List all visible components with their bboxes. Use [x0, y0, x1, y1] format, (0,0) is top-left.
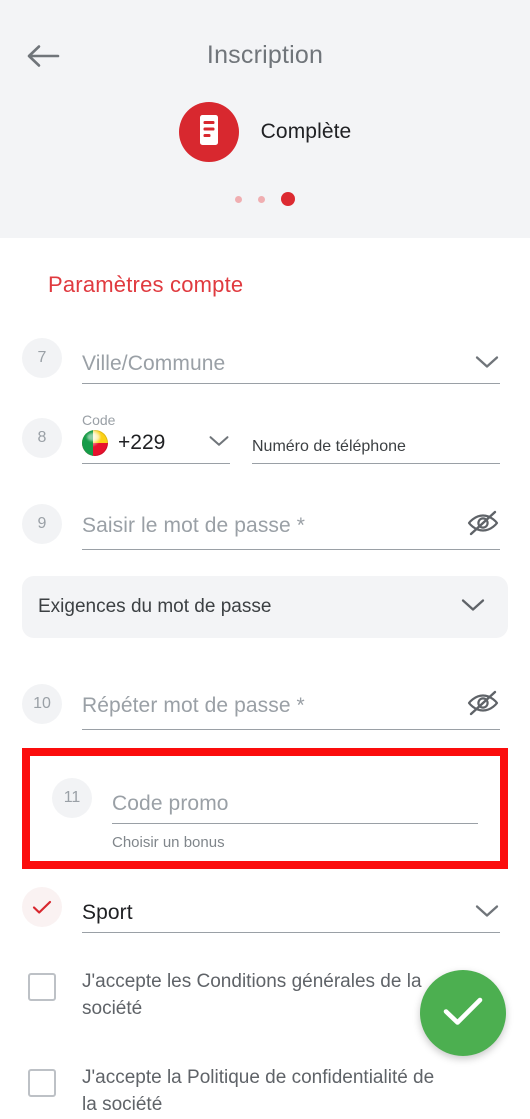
app-header: Inscription Complète [0, 0, 530, 238]
terms-label: J'accepte les Conditions générales de la… [82, 971, 422, 1019]
step-number-badge: 11 [52, 778, 92, 818]
field-row-password-repeat: 10 Répéter mot de passe * [0, 672, 530, 730]
terms-checkbox[interactable] [28, 973, 56, 1001]
step-indicator: Complète [0, 102, 530, 162]
step-number-badge: 10 [22, 684, 62, 724]
phone-number-input[interactable]: Numéro de téléphone [252, 438, 500, 464]
pagination-dot-active[interactable] [281, 192, 295, 206]
phone-block: Code +229 Numéro de téléphone [82, 412, 500, 464]
password-requirements-panel[interactable]: Exigences du mot de passe [22, 576, 508, 638]
check-icon [441, 994, 485, 1033]
promo-code-input[interactable]: Code promo [112, 792, 478, 824]
pagination-dots [0, 192, 530, 206]
country-code-value: +229 [118, 431, 166, 454]
submit-fab-button[interactable] [420, 970, 506, 1056]
step-number-badge: 9 [22, 504, 62, 544]
privacy-label: J'accepte la Politique de confidentialit… [82, 1066, 435, 1115]
city-placeholder: Ville/Commune [82, 352, 226, 375]
step-number-badge: 8 [22, 418, 62, 458]
step-number-badge: 7 [22, 338, 62, 378]
bonus-select[interactable]: Sport [82, 901, 500, 933]
password-input[interactable]: Saisir le mot de passe * [82, 509, 500, 550]
promo-bonus-hint: Choisir un bonus [112, 834, 225, 851]
top-bar: Inscription [0, 0, 530, 110]
eye-off-icon[interactable] [466, 509, 500, 542]
page-title: Inscription [206, 40, 324, 69]
step-icon-badge [178, 102, 239, 162]
password-repeat-input[interactable]: Répéter mot de passe * [82, 689, 500, 730]
arrow-left-icon [26, 43, 60, 69]
promo-code-placeholder: Code promo [112, 792, 229, 815]
password-placeholder: Saisir le mot de passe * [82, 513, 306, 537]
password-requirements-label: Exigences du mot de passe [38, 596, 272, 617]
password-repeat-placeholder: Répéter mot de passe * [82, 693, 305, 717]
benin-flag-icon [82, 430, 108, 456]
phone-inputs: +229 Numéro de téléphone [82, 430, 500, 464]
chevron-down-icon [474, 354, 500, 375]
chevron-down-icon [460, 597, 486, 618]
country-code-select[interactable]: +229 [82, 430, 230, 464]
back-button[interactable] [22, 38, 64, 74]
step-label: Complète [260, 120, 352, 143]
phone-placeholder: Numéro de téléphone [252, 438, 406, 455]
field-row-phone: 8 Code +229 Numéro de téléphone [0, 406, 530, 464]
section-title: Paramètres compte [48, 272, 244, 297]
check-icon [32, 899, 52, 915]
field-row-bonus: Sport [0, 875, 530, 933]
pagination-dot[interactable] [258, 195, 265, 203]
privacy-checkbox[interactable] [28, 1068, 56, 1097]
chevron-down-icon [208, 434, 230, 453]
pagination-dot[interactable] [235, 195, 242, 203]
city-select[interactable]: Ville/Commune [82, 352, 500, 384]
field-row-city: 7 Ville/Commune [0, 326, 530, 384]
bonus-value: Sport [82, 901, 133, 924]
chevron-down-icon [474, 903, 500, 924]
eye-off-icon[interactable] [466, 689, 500, 722]
promo-code-highlight: 11 Code promo Choisir un bonus [22, 748, 508, 869]
document-form-icon [194, 113, 224, 152]
checkbox-row-privacy: J'accepte la Politique de confidentialit… [0, 1065, 530, 1119]
country-code-label: Code [82, 412, 116, 428]
field-row-promo: 11 Code promo [30, 766, 492, 824]
bonus-checked-badge [22, 887, 62, 927]
field-row-password: 9 Saisir le mot de passe * [0, 492, 530, 550]
